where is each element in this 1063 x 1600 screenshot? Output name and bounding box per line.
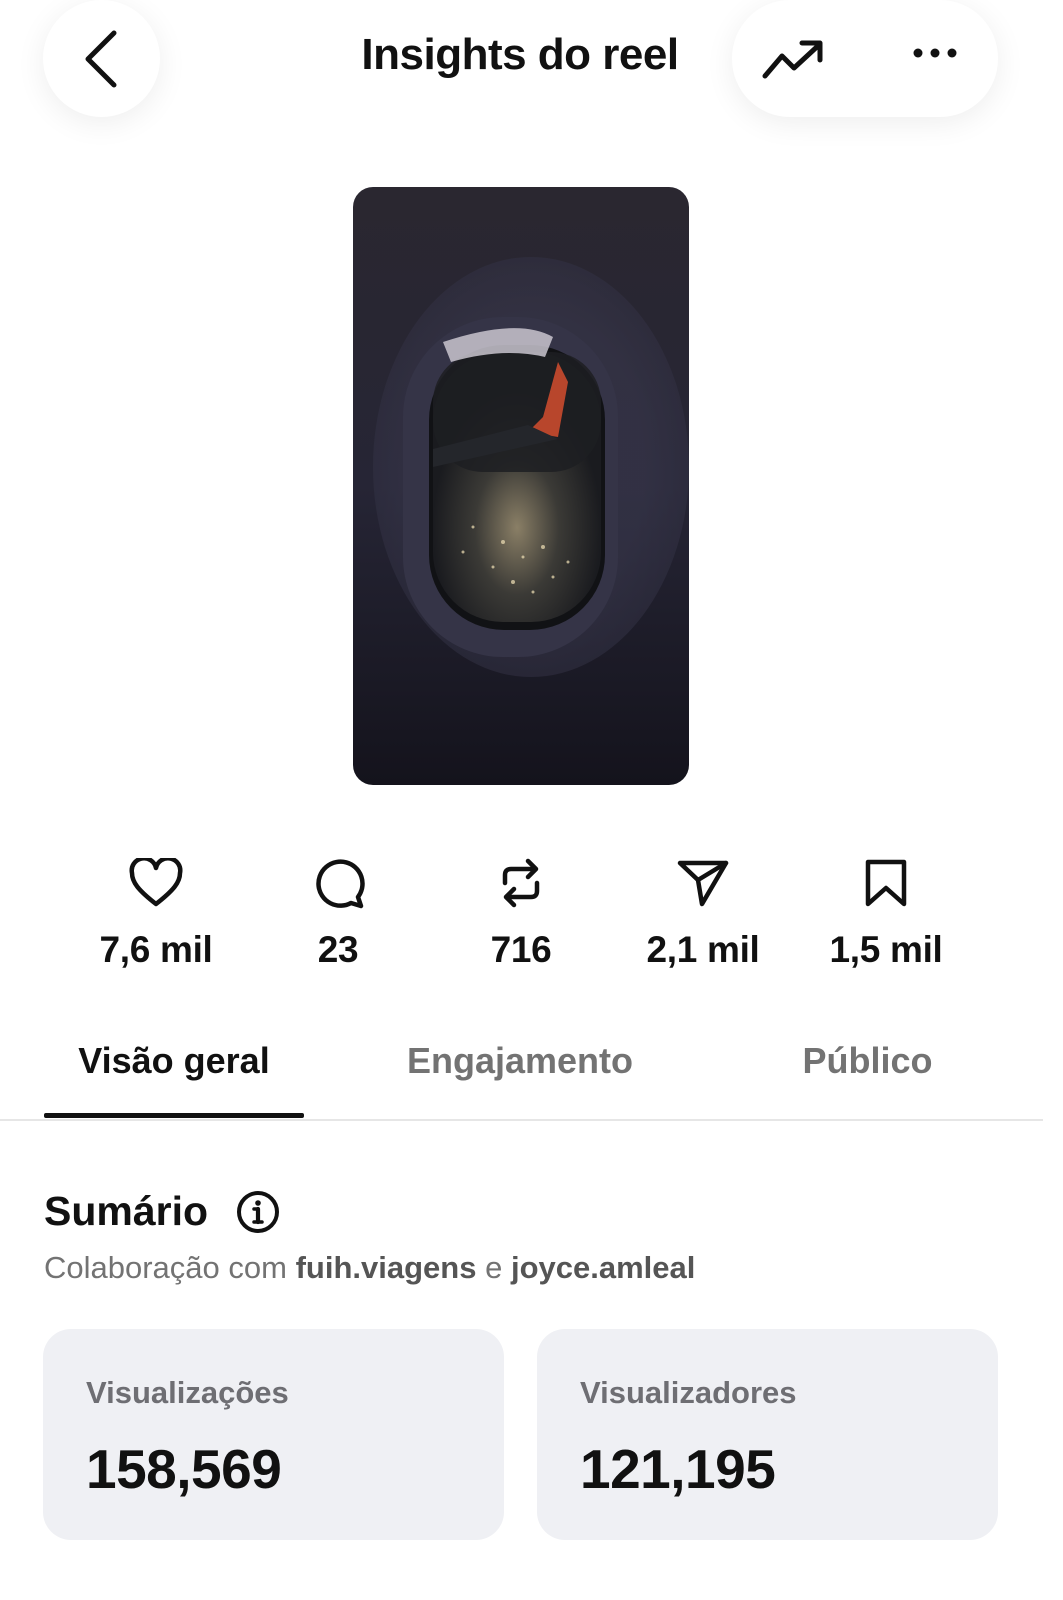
shares-count: 2,1 mil — [646, 929, 760, 970]
tab-engagement[interactable]: Engajamento — [380, 1040, 660, 1082]
chevron-left-icon — [85, 30, 116, 87]
share-icon — [677, 860, 729, 907]
viewers-card[interactable]: Visualizadores 121,195 — [537, 1329, 998, 1540]
reel-thumbnail[interactable] — [353, 187, 689, 785]
collab-user-link[interactable]: fuih.viagens — [296, 1250, 477, 1285]
collaboration-text: Colaboração com fuih.viagens e joyce.aml… — [44, 1250, 695, 1286]
info-icon — [237, 1191, 279, 1233]
reposts-count: 716 — [490, 929, 552, 970]
views-value: 158,569 — [86, 1438, 282, 1500]
tab-audience[interactable]: Público — [755, 1040, 980, 1082]
summary-title: Sumário — [44, 1188, 209, 1234]
likes-stat: 7,6 mil — [66, 855, 246, 971]
likes-count: 7,6 mil — [99, 929, 213, 970]
tab-overview[interactable]: Visão geral — [44, 1040, 304, 1082]
comments-count: 23 — [317, 929, 359, 970]
viewers-label: Visualizadores — [580, 1375, 797, 1410]
tab-divider — [0, 1119, 1043, 1121]
reposts-stat: 716 — [431, 855, 611, 971]
collab-user-link[interactable]: joyce.amleal — [511, 1250, 695, 1285]
views-card[interactable]: Visualizações 158,569 — [43, 1329, 504, 1540]
viewers-value: 121,195 — [580, 1438, 776, 1500]
repost-icon — [502, 858, 540, 908]
header-actions — [732, 0, 998, 117]
saves-stat: 1,5 mil — [796, 855, 976, 971]
shares-stat: 2,1 mil — [613, 855, 793, 971]
back-button[interactable] — [43, 0, 160, 117]
collab-prefix: Colaboração com — [44, 1250, 287, 1285]
collab-and: e — [485, 1250, 503, 1285]
more-button[interactable] — [912, 46, 958, 65]
trend-button[interactable] — [762, 38, 824, 85]
info-button[interactable] — [235, 1189, 281, 1240]
active-tab-indicator — [44, 1113, 304, 1118]
trending-up-icon — [762, 40, 823, 79]
bookmark-icon — [865, 859, 907, 907]
heart-icon — [129, 858, 183, 907]
comment-icon — [316, 859, 365, 909]
page-title: Insights do reel — [361, 30, 679, 79]
views-label: Visualizações — [86, 1375, 289, 1410]
saves-count: 1,5 mil — [829, 929, 943, 970]
more-horizontal-icon — [913, 48, 957, 58]
comments-stat: 23 — [248, 855, 428, 971]
